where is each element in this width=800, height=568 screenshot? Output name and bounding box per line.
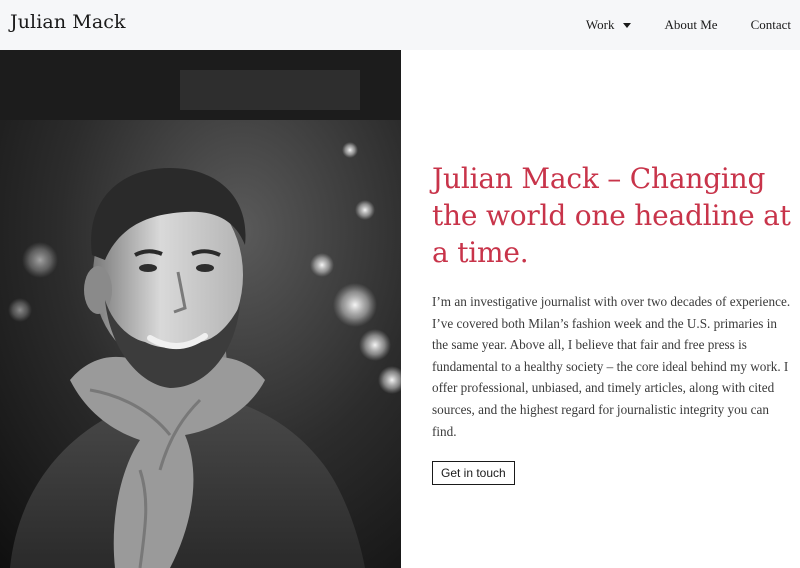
site-title[interactable]: Julian Mack xyxy=(10,11,126,33)
main-nav: Work About Me Contact xyxy=(586,0,800,50)
site-header: Julian Mack Work About Me Contact xyxy=(0,0,800,50)
hero-content: Julian Mack – Changing the world one hea… xyxy=(432,160,792,486)
portrait-image xyxy=(0,50,401,568)
nav-item-label: Work xyxy=(585,17,615,32)
portrait-photo xyxy=(0,50,401,568)
bio-paragraph: I’m an investigative journalist with ove… xyxy=(432,294,791,439)
nav-item-about-me[interactable]: About Me xyxy=(664,17,717,33)
get-in-touch-button[interactable]: Get in touch xyxy=(432,461,515,486)
hero-headline: Julian Mack – Changing the world one hea… xyxy=(432,162,791,269)
nav-item-work[interactable]: Work xyxy=(586,17,632,33)
nav-item-contact[interactable]: Contact xyxy=(751,17,791,33)
chevron-down-icon xyxy=(623,23,632,28)
nav-item-label: About Me xyxy=(664,17,718,32)
nav-item-label: Contact xyxy=(750,17,791,32)
